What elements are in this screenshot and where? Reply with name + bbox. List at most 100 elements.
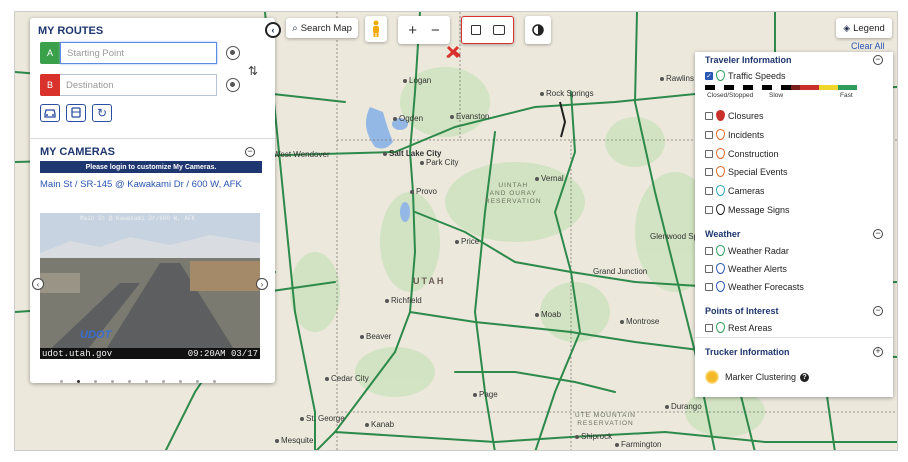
carousel-dot[interactable] [60,380,63,383]
zoom-in-button[interactable]: + [408,22,417,39]
rest-areas-icon [716,322,725,333]
carousel-dot[interactable] [179,380,182,383]
cameras-collapse-button[interactable]: − [245,147,255,157]
city-label: West Wendover [273,150,330,159]
carousel-dot[interactable] [111,380,114,383]
closures-checkbox[interactable] [705,111,713,120]
city-label: Rock Springs [540,89,594,98]
carousel-dot[interactable] [128,380,131,383]
save-icon[interactable] [470,25,481,35]
construction-item[interactable]: Construction [705,148,779,159]
closures-label: Closures [728,110,764,121]
marker-clustering-item[interactable]: Marker Clustering ? [705,370,810,384]
sun-icon [705,370,719,384]
carousel-dot[interactable] [162,380,165,383]
traffic-speeds-checkbox[interactable]: ✓ [705,71,713,80]
theme-toggle-button[interactable] [525,16,551,44]
starting-point-row: A Starting Point [40,42,217,64]
poi-collapse-button[interactable]: − [873,306,883,316]
destination-input[interactable]: Destination [60,74,217,96]
login-banner[interactable]: Please login to customize My Cameras. [40,161,262,173]
city-label: Shiprock [575,432,612,441]
carousel-dot[interactable] [196,380,199,383]
weather-radar-label: Weather Radar [728,245,789,256]
traveler-collapse-button[interactable]: − [873,55,883,65]
special-events-label: Special Events [728,166,788,177]
close-route-icon[interactable] [445,44,461,60]
city-label: Page [473,390,498,399]
legend-button[interactable]: ◈ Legend [836,18,892,38]
traffic-speeds-item[interactable]: ✓ Traffic Speeds [705,70,786,81]
construction-icon [716,148,725,159]
weather-radar-item[interactable]: Weather Radar [705,245,789,256]
closures-icon [716,110,725,121]
city-label: Cedar City [325,374,369,383]
camera-pin-icon [716,185,725,196]
carousel-dot[interactable] [94,380,97,383]
locate-start-icon[interactable] [226,46,240,60]
radar-icon [716,245,725,256]
rest-areas-checkbox[interactable] [705,323,713,332]
point-a-badge: A [40,42,60,64]
starting-point-input[interactable]: Starting Point [60,42,217,64]
special-events-icon [716,166,725,177]
truck-icon[interactable] [66,104,86,122]
construction-checkbox[interactable] [705,149,713,158]
trucker-expand-button[interactable]: + [873,347,883,357]
carousel-dot[interactable] [213,380,216,383]
rest-areas-item[interactable]: Rest Areas [705,322,772,333]
search-map-button[interactable]: ⌕ Search Map [286,18,358,38]
camera-name-link[interactable]: Main St / SR-145 @ Kawakami Dr / 600 W, … [40,179,242,190]
city-label: Farmington [615,440,661,449]
clear-all-link[interactable]: Clear All [851,41,885,51]
weather-forecasts-checkbox[interactable] [705,282,713,291]
locate-destination-icon[interactable] [226,78,240,92]
camera-image[interactable]: Main St @ Kawakami Dr/600 W, AFK UDOT ud… [40,213,260,359]
layers-icon: ◈ [843,22,851,33]
city-label: Montrose [620,317,659,326]
map-camera-icon[interactable] [492,25,505,35]
weather-alerts-item[interactable]: Weather Alerts [705,263,787,274]
marker-clustering-label: Marker Clustering [725,372,797,382]
weather-forecasts-item[interactable]: Weather Forecasts [705,281,804,292]
construction-label: Construction [728,148,779,159]
pegman-icon[interactable] [365,16,387,42]
special-events-checkbox[interactable] [705,167,713,176]
incidents-checkbox[interactable] [705,130,713,139]
incidents-item[interactable]: Incidents [705,129,764,140]
chevron-right-icon[interactable]: › [256,278,268,290]
carousel-dot-active[interactable] [77,380,80,383]
collapse-panel-button[interactable]: ‹ [265,22,281,38]
weather-radar-checkbox[interactable] [705,246,713,255]
help-icon[interactable]: ? [800,372,810,382]
weather-heading: Weather [705,229,741,239]
city-label: Kanab [365,420,394,429]
weather-collapse-button[interactable]: − [873,229,883,239]
special-events-item[interactable]: Special Events [705,166,788,177]
carousel-dot[interactable] [145,380,148,383]
weather-forecasts-label: Weather Forecasts [728,281,804,292]
camera-feed-strip: udot.utah.gov 09:20AM 03/17 [40,348,260,359]
reset-icon[interactable]: ↻ [92,104,112,122]
speed-fast-label: Fast [840,92,853,99]
udot-watermark: UDOT [80,329,112,341]
city-label: Salt Lake City [383,149,441,158]
city-label: Price [455,237,479,246]
chevron-left-icon[interactable]: ‹ [32,278,44,290]
swap-icon[interactable]: ⇅ [248,64,258,78]
weather-alerts-icon [716,263,725,274]
message-signs-checkbox[interactable] [705,205,713,214]
closures-item[interactable]: Closures [705,110,764,121]
city-label: St. George [300,414,345,423]
legend-label: Legend [853,22,885,34]
city-label: Evanston [450,112,489,121]
weather-alerts-checkbox[interactable] [705,264,713,273]
speed-scale-bar [705,85,857,90]
search-icon: ⌕ [292,22,298,34]
cameras-label: Cameras [728,185,765,196]
message-signs-item[interactable]: Message Signs [705,204,790,215]
car-icon[interactable] [40,104,60,122]
zoom-out-button[interactable]: − [431,22,440,39]
cameras-item[interactable]: Cameras [705,185,765,196]
cameras-checkbox[interactable] [705,186,713,195]
